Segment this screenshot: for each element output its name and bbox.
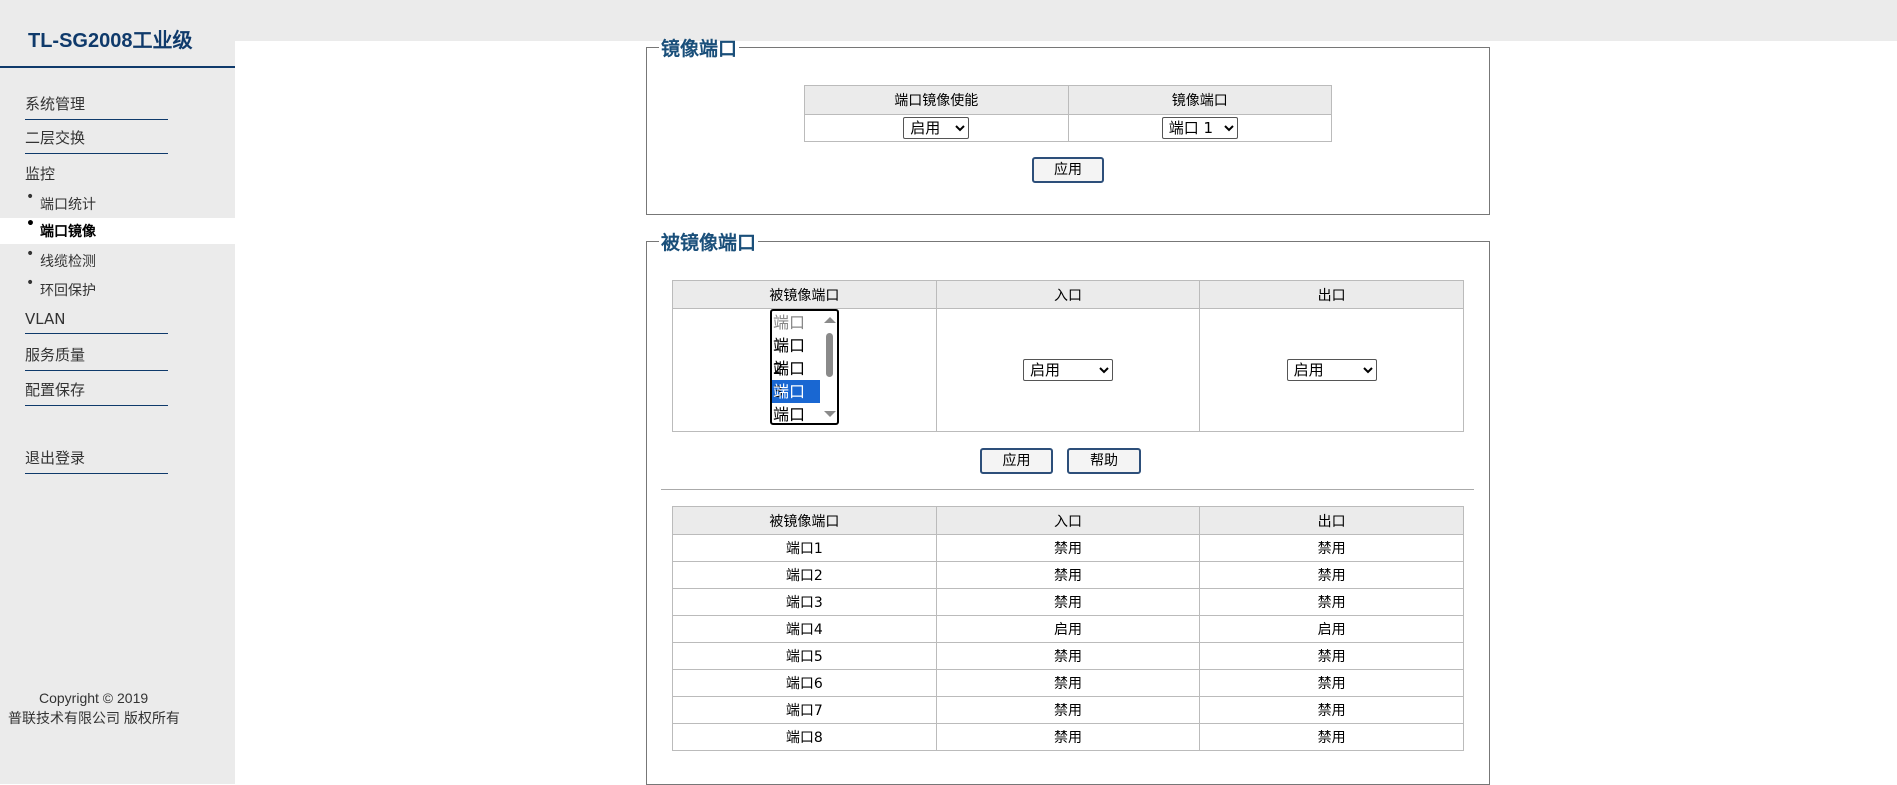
table-cell: 端口6 <box>672 669 937 697</box>
table-cell: 端口8 <box>672 723 937 751</box>
table-cell: 禁用 <box>1199 696 1464 724</box>
nav-monitor[interactable]: 监控 <box>25 163 55 184</box>
nav-sub-label: 线缆检测 <box>40 254 96 270</box>
table-cell: 禁用 <box>1199 669 1464 697</box>
nav-sub-label: 环回保护 <box>40 283 96 299</box>
brand-title: TL-SG2008工业级 <box>28 30 193 52</box>
table-cell: 启用 <box>935 615 1201 643</box>
table-row: 端口8 禁用 禁用 <box>672 723 1464 751</box>
table-row: 端口5 禁用 禁用 <box>672 642 1464 670</box>
copyright-line1: Copyright © 2019 <box>39 690 149 706</box>
table-row: 端口2 禁用 禁用 <box>672 561 1464 589</box>
scroll-thumb[interactable] <box>826 333 833 377</box>
nav-save-config[interactable]: 配置保存 <box>25 379 168 406</box>
nav-system[interactable]: 系统管理 <box>25 93 168 120</box>
nav-sub-cable-test[interactable]: • 线缆检测 <box>0 246 235 274</box>
nav-sub-port-stats[interactable]: • 端口统计 <box>0 189 235 217</box>
nav-sub-label: 端口统计 <box>40 197 96 213</box>
section-divider <box>661 489 1474 490</box>
table-cell: 端口7 <box>672 696 937 724</box>
nav-qos[interactable]: 服务质量 <box>25 344 168 371</box>
ingress-cell: 启用 <box>935 308 1201 432</box>
table-cell: 禁用 <box>935 696 1201 724</box>
table-cell: 禁用 <box>935 642 1201 670</box>
table-cell: 禁用 <box>1199 723 1464 751</box>
ingress-select[interactable]: 启用 <box>1022 359 1113 381</box>
table-cell: 禁用 <box>1199 642 1464 670</box>
mirror-apply-button[interactable]: 应用 <box>1032 157 1104 183</box>
mirror-port-table: 端口镜像使能 镜像端口 启用 端口 1 <box>804 85 1332 142</box>
scroll-down-icon[interactable] <box>824 411 836 417</box>
nav-l2-switch[interactable]: 二层交换 <box>25 127 168 154</box>
table-cell: 端口1 <box>672 534 937 562</box>
table-cell: 端口5 <box>672 642 937 670</box>
status-col-header: 出口 <box>1199 506 1464 535</box>
mirror-enable-select[interactable]: 启用 <box>903 117 970 139</box>
nav-logout[interactable]: 退出登录 <box>25 447 168 474</box>
table-cell: 端口2 <box>672 561 937 589</box>
mirrored-port-listbox[interactable]: 端口 1 端口 2 端口 3 端口 4 端口 5 <box>770 309 839 425</box>
col-header-mirror-enable: 端口镜像使能 <box>804 85 1069 115</box>
bullet-icon: • <box>26 246 35 262</box>
nav-sub-label: 端口镜像 <box>40 224 96 240</box>
col-header-egress: 出口 <box>1199 280 1464 309</box>
listbox-option[interactable]: 端口 2 <box>772 334 820 378</box>
status-col-header: 入口 <box>935 506 1201 535</box>
bullet-icon: • <box>26 189 35 205</box>
table-row: 端口4 启用 启用 <box>672 615 1464 643</box>
table-cell: 禁用 <box>1199 534 1464 562</box>
table-cell: 禁用 <box>935 588 1201 616</box>
table-row: 端口3 禁用 禁用 <box>672 588 1464 616</box>
listbox-option[interactable]: 端口 5 <box>772 403 820 423</box>
listbox-option[interactable]: 端口 3 <box>772 357 820 401</box>
egress-select[interactable]: 启用 <box>1286 359 1377 381</box>
table-cell: 启用 <box>1199 615 1464 643</box>
table-cell: 端口3 <box>672 588 937 616</box>
nav-sub-port-mirror[interactable]: • 端口镜像 <box>0 216 235 244</box>
scroll-up-icon[interactable] <box>824 317 836 323</box>
table-row: 端口7 禁用 禁用 <box>672 696 1464 724</box>
table-cell: 禁用 <box>935 669 1201 697</box>
listbox-option-selected[interactable]: 端口 4 <box>772 380 820 423</box>
mirror-enable-cell: 启用 <box>804 114 1069 142</box>
table-row: 端口6 禁用 禁用 <box>672 669 1464 697</box>
mirror-port-select[interactable]: 端口 1 <box>1161 117 1238 139</box>
listbox-scrollbar[interactable] <box>822 311 836 423</box>
col-header-mirror-port: 镜像端口 <box>1067 85 1332 115</box>
col-header-ingress: 入口 <box>935 280 1201 309</box>
table-cell: 禁用 <box>935 723 1201 751</box>
table-cell: 禁用 <box>1199 561 1464 589</box>
col-header-mirrored-port: 被镜像端口 <box>672 280 937 309</box>
listbox-option[interactable]: 端口 1 <box>772 311 820 355</box>
bullet-icon: • <box>26 275 35 291</box>
copyright-line2: 普联技术有限公司 版权所有 <box>8 710 180 726</box>
table-cell: 禁用 <box>935 561 1201 589</box>
table-cell: 端口4 <box>672 615 937 643</box>
table-cell: 禁用 <box>1199 588 1464 616</box>
bullet-icon: • <box>26 216 35 232</box>
mirror-status-table: 被镜像端口 入口 出口 端口1 禁用 禁用 端口2 禁用 禁用 端口3 禁用 禁用 端口4 启用 启用… <box>672 506 1464 751</box>
status-col-header: 被镜像端口 <box>672 506 937 535</box>
nav-sub-loop-protect[interactable]: • 环回保护 <box>0 275 235 303</box>
mirror-port-cell: 端口 1 <box>1067 114 1332 142</box>
table-cell: 禁用 <box>935 534 1201 562</box>
sidebar: TL-SG2008工业级 系统管理 二层交换 监控 • 端口统计 • 端口镜像 … <box>0 0 235 784</box>
mirrored-port-legend: 被镜像端口 <box>661 232 757 254</box>
brand-divider <box>0 66 235 68</box>
mirror-port-legend: 镜像端口 <box>661 38 738 60</box>
mirrored-apply-button[interactable]: 应用 <box>980 448 1053 474</box>
nav-vlan[interactable]: VLAN <box>25 310 168 334</box>
egress-cell: 启用 <box>1199 308 1464 432</box>
help-button[interactable]: 帮助 <box>1067 448 1141 474</box>
table-row: 端口1 禁用 禁用 <box>672 534 1464 562</box>
